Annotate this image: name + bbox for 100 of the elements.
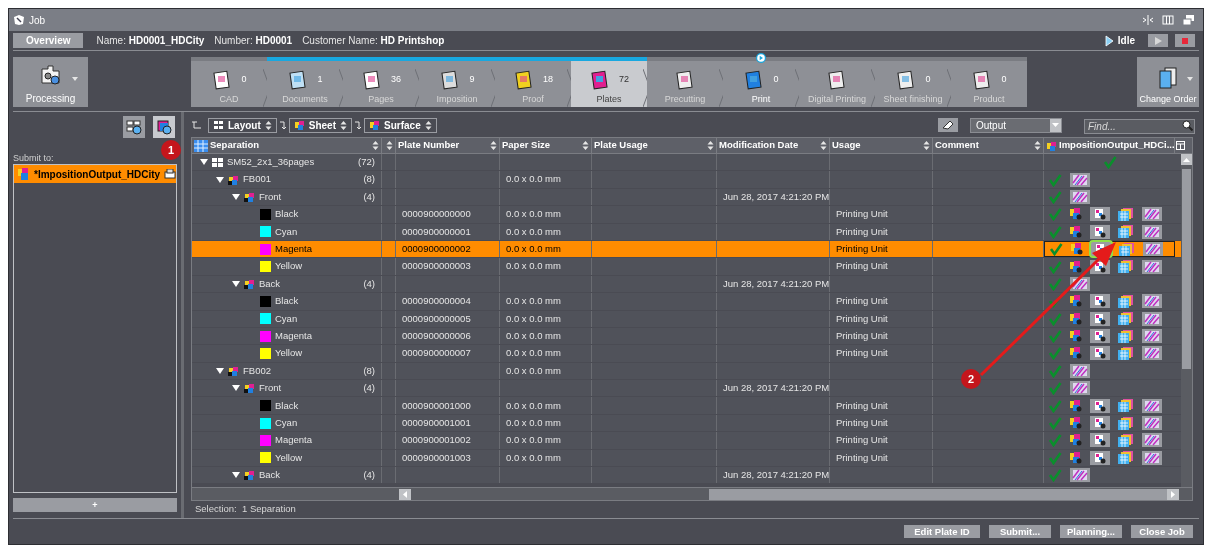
output-target-item[interactable]: *ImpositionOutput_HDCity bbox=[14, 165, 176, 183]
find-field[interactable]: Find... bbox=[1084, 118, 1195, 134]
step-label: Sheet finishing bbox=[882, 94, 944, 106]
hatched-tile-icon bbox=[1143, 242, 1163, 257]
column-header[interactable]: Comment bbox=[933, 138, 1044, 153]
workflow-step[interactable]: 0 Product bbox=[951, 57, 1027, 107]
separation-name: Magenta bbox=[275, 433, 313, 448]
workflow-step[interactable]: 0 CAD bbox=[191, 57, 267, 107]
plate-tile-icon[interactable] bbox=[1090, 346, 1110, 361]
workflow-step[interactable]: 0 Sheet finishing bbox=[875, 57, 951, 107]
processing-button[interactable]: Processing bbox=[13, 57, 88, 107]
change-order-button[interactable]: Change Order bbox=[1137, 57, 1199, 107]
color-squares-icon bbox=[1070, 347, 1082, 360]
workflow-step[interactable]: 72 Plates bbox=[571, 57, 647, 107]
expanded-triangle-icon[interactable] bbox=[232, 280, 240, 287]
column-header[interactable]: Paper Size bbox=[500, 138, 592, 153]
grouping-filter[interactable]: Surface bbox=[364, 117, 437, 133]
paper-size: 0.0 x 0.0 mm bbox=[500, 414, 592, 432]
workflow-step[interactable]: 9 Imposition bbox=[419, 57, 495, 107]
workflow-step[interactable]: 1 Documents bbox=[267, 57, 343, 107]
column-header[interactable]: Separation bbox=[192, 138, 382, 153]
plate-tile-icon[interactable] bbox=[1090, 207, 1110, 222]
scroll-right-button[interactable] bbox=[1167, 488, 1179, 500]
column-header[interactable]: ImpositionOutput_HDCi... bbox=[1044, 138, 1175, 153]
table-row[interactable]: Black 0000900001000 0.0 x 0.0 mm Printing Unit bbox=[192, 397, 1181, 415]
expanded-triangle-icon[interactable] bbox=[216, 367, 224, 374]
table-row[interactable]: Back (4) Jun 28, 2017 4:21:20 PM bbox=[192, 467, 1181, 485]
modification-date: Jun 28, 2017 4:21:20 PM bbox=[717, 467, 830, 484]
color-squares-icon bbox=[244, 278, 255, 289]
plate-number: 0000900000000 bbox=[396, 206, 500, 223]
usage-text: Printing Unit bbox=[830, 310, 933, 327]
columns-icon[interactable] bbox=[1162, 14, 1174, 26]
paper-size: 0.0 x 0.0 mm bbox=[500, 449, 592, 467]
check-icon bbox=[1048, 363, 1062, 378]
plate-tile-icon[interactable] bbox=[1090, 398, 1110, 413]
dropdown-arrow-button[interactable] bbox=[1050, 118, 1061, 132]
eraser-button[interactable] bbox=[938, 118, 958, 132]
plate-tile-icon[interactable] bbox=[1090, 450, 1110, 465]
workflow-step[interactable]: 18 Proof bbox=[495, 57, 571, 107]
paper-size: 0.0 x 0.0 mm bbox=[500, 397, 592, 414]
expanded-triangle-icon[interactable] bbox=[200, 159, 208, 166]
hatched-tile-icon bbox=[1142, 346, 1162, 361]
check-icon bbox=[1049, 242, 1063, 257]
color-squares-icon bbox=[1070, 208, 1082, 221]
caret-icon bbox=[1187, 77, 1193, 81]
expanded-triangle-icon[interactable] bbox=[232, 472, 240, 479]
column-header[interactable]: Plate Usage bbox=[592, 138, 717, 153]
step-count: 0 bbox=[925, 72, 931, 86]
grouping-filter[interactable]: Layout bbox=[208, 117, 277, 133]
check-icon bbox=[1048, 207, 1062, 222]
plate-tile-icon[interactable] bbox=[1090, 294, 1110, 309]
tool-button[interactable] bbox=[153, 116, 175, 138]
tool-button[interactable] bbox=[123, 116, 145, 138]
expanded-triangle-icon[interactable] bbox=[232, 193, 240, 200]
modification-date: Jun 28, 2017 4:21:20 PM bbox=[717, 380, 830, 397]
branch-arrow-icon bbox=[279, 120, 286, 130]
hatched-tile-icon bbox=[1142, 294, 1162, 309]
table-row[interactable]: Black 0000900000004 0.0 x 0.0 mm Printing Unit bbox=[192, 293, 1181, 311]
color-squares-icon bbox=[369, 120, 380, 130]
column-chooser-button[interactable] bbox=[1175, 138, 1186, 153]
output-dropdown[interactable]: Output bbox=[970, 117, 1062, 133]
color-squares-icon bbox=[1070, 399, 1082, 412]
plate-tile-icon[interactable] bbox=[1090, 416, 1110, 431]
plate-tile-icon[interactable] bbox=[1090, 311, 1110, 326]
plate-number: 0000900001001 bbox=[396, 414, 500, 432]
color-squares-icon bbox=[244, 470, 255, 481]
expanded-triangle-icon[interactable] bbox=[216, 176, 224, 183]
plate-tile-icon[interactable] bbox=[1090, 433, 1110, 448]
table-row[interactable]: SM52_2x1_36pages (72) bbox=[192, 154, 1181, 172]
table-row[interactable]: Black 0000900000000 0.0 x 0.0 mm Printing Unit bbox=[192, 206, 1181, 224]
vertical-scrollbar[interactable] bbox=[1181, 154, 1192, 487]
table-row[interactable]: Magenta 0000900001002 0.0 x 0.0 mm Printing Unit bbox=[192, 432, 1181, 450]
sort-icon bbox=[1034, 140, 1041, 151]
color-squares-icon bbox=[1070, 312, 1082, 325]
plate-tile-icon[interactable] bbox=[1090, 329, 1110, 344]
expanded-triangle-icon[interactable] bbox=[232, 385, 240, 392]
plate-number: 0000900001003 bbox=[396, 449, 500, 467]
stacked-sheets-icon bbox=[1118, 260, 1134, 274]
separation-name: Black bbox=[275, 294, 300, 309]
table-icon bbox=[194, 139, 208, 152]
column-header[interactable]: Plate Number bbox=[396, 138, 500, 153]
workflow-step[interactable]: 36 Pages bbox=[343, 57, 419, 107]
search-icon bbox=[1182, 119, 1193, 131]
windows-icon[interactable] bbox=[1182, 14, 1195, 26]
table-row[interactable]: Yellow 0000900000003 0.0 x 0.0 mm Printing Unit bbox=[192, 258, 1181, 276]
paper-size: 0.0 x 0.0 mm bbox=[500, 293, 592, 310]
check-icon bbox=[1048, 433, 1062, 448]
separation-name: Yellow bbox=[275, 450, 304, 465]
grouping-filter[interactable]: Sheet bbox=[288, 117, 352, 133]
sort-icon bbox=[264, 119, 272, 131]
paper-size: 0.0 x 0.0 mm bbox=[500, 223, 592, 240]
table-row[interactable]: Yellow 0000900000007 0.0 x 0.0 mm Printing Unit bbox=[192, 345, 1181, 363]
sort-icon bbox=[372, 140, 379, 151]
column-header[interactable]: Usage bbox=[830, 138, 933, 153]
split-view-icon[interactable] bbox=[1142, 14, 1154, 26]
usage-text: Printing Unit bbox=[830, 397, 933, 414]
scroll-left-button[interactable] bbox=[399, 488, 411, 500]
plate-tile-icon[interactable] bbox=[1090, 224, 1110, 239]
table-row[interactable]: FB001 (8) 0.0 x 0.0 mm bbox=[192, 171, 1181, 189]
column-header[interactable]: Modification Date bbox=[717, 138, 830, 153]
